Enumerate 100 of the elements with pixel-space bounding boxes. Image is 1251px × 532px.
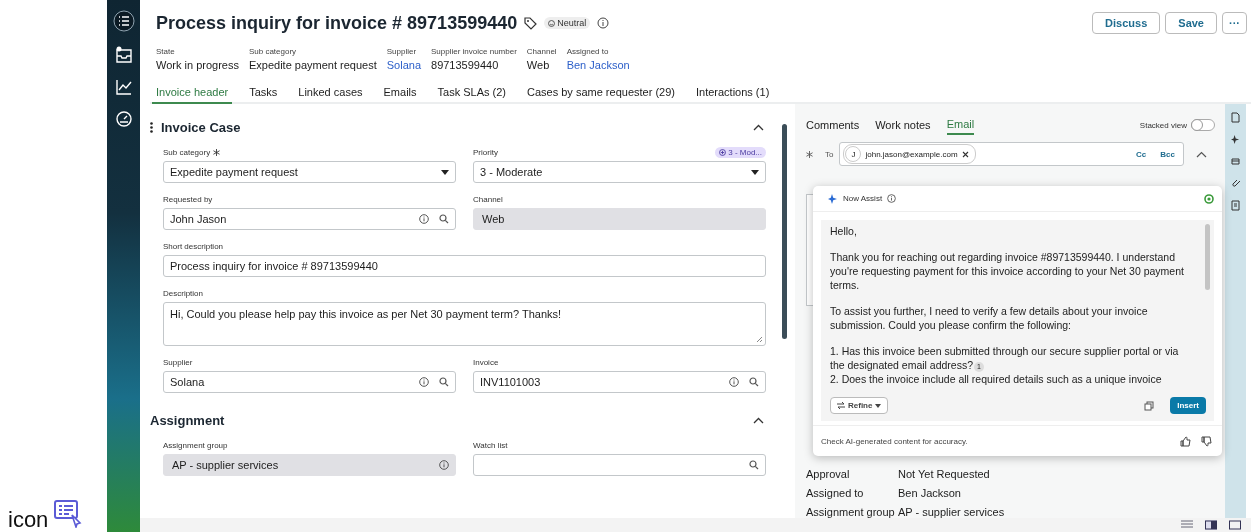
split-view-icon[interactable] [1205,520,1217,530]
chevron-icon[interactable] [1196,150,1207,158]
info-icon[interactable] [729,377,739,387]
field-label: Watch list [473,441,508,450]
detail-label: Assigned to [806,486,865,501]
summary-label: State [156,46,176,58]
input-field[interactable]: INV1101003 [473,371,766,393]
scrollbar[interactable] [1205,224,1210,290]
field-label: Sub category [163,148,211,157]
note-icon[interactable] [1231,200,1240,211]
caret-icon [751,169,759,175]
tab[interactable]: Tasks [249,82,278,104]
thumbs-down-icon[interactable] [1201,435,1212,447]
recipient-chip[interactable]: J john.jason@example.com [843,144,976,164]
copy-icon[interactable] [1144,400,1155,411]
info-icon[interactable] [419,214,429,224]
scrollbar[interactable] [782,124,787,339]
status-icon[interactable] [1204,193,1214,204]
summary-value: Web [526,58,551,72]
section-title: Invoice Case [161,119,241,135]
field-label: Requested by [163,195,213,204]
field-label: Channel [473,195,503,204]
required-icon [806,150,813,158]
tab[interactable]: Invoice header [152,82,233,104]
summary-label: Supplier [386,46,418,58]
thumbs-up-icon[interactable] [1180,435,1191,447]
input-field[interactable]: Web [473,208,766,230]
activity-tab[interactable]: Work notes [875,116,931,134]
stacked-view-toggle[interactable] [1191,119,1215,131]
detail-label: Approval [806,467,851,482]
info-icon[interactable] [597,17,610,29]
inbox-icon[interactable] [114,46,133,64]
summary-label: Supplier invoice number [431,46,517,58]
bcc-link[interactable]: Bcc [1160,149,1175,159]
search-icon[interactable] [439,214,449,224]
case-title: Process inquiry for invoice # 89713599440 [156,12,518,34]
resize-handle-icon[interactable] [756,336,763,343]
search-icon[interactable] [439,377,449,387]
input-field[interactable]: John Jason [163,208,456,230]
priority-badge: 3 - Mod... [715,147,766,158]
field-label: Description [163,289,203,298]
chevron-icon[interactable] [753,123,764,131]
input-field[interactable]: Process inquiry for invoice # 89713599440 [163,255,766,277]
chart-icon[interactable] [114,78,133,96]
field-label: Short description [163,242,224,251]
input-field[interactable]: Solana [163,371,456,393]
chevron-icon[interactable] [753,416,764,424]
document-icon[interactable] [1231,112,1240,123]
paperclip-icon[interactable] [1231,177,1240,188]
info-icon[interactable] [887,194,897,203]
search-icon[interactable] [749,377,759,387]
summary-link[interactable]: Solana [386,58,421,72]
info-icon[interactable] [439,460,449,470]
tab[interactable]: Emails [383,82,417,104]
tab[interactable]: Task SLAs (2) [437,82,506,104]
dropdown-field[interactable]: 3 - Moderate [473,161,766,183]
tab[interactable]: Cases by same requester (29) [527,82,675,104]
search-icon[interactable] [749,460,759,470]
close-icon[interactable] [961,150,969,158]
sparkle-icon [828,193,838,204]
field-label: Assignment group [163,441,228,450]
sentiment-badge: Neutral [544,17,591,29]
activity-tab[interactable]: Comments [806,116,860,134]
gauge-icon[interactable] [114,110,133,128]
cc-link[interactable]: Cc [1136,149,1147,159]
sparkle-icon[interactable] [1231,135,1240,144]
refine-button[interactable]: Refine [830,397,889,414]
field-label: Priority [473,148,498,157]
to-label: To [825,149,834,159]
assist-title: Now Assist [843,194,883,203]
recipient-field[interactable]: J john.jason@example.com Cc Bcc [839,142,1184,166]
caret-icon [875,403,882,408]
single-view-icon[interactable] [1229,520,1241,530]
description-field[interactable]: Hi, Could you please help pay this invoice as per Net 30 payment term? Thanks! [163,302,766,346]
disclaimer-text: Check AI-generated content for accuracy. [821,436,968,446]
toggle-label: Stacked view [1139,120,1187,130]
insert-button[interactable]: Insert [1170,397,1206,414]
activity-tab[interactable]: Email [946,115,975,135]
caret-icon [441,169,449,175]
detail-value: Ben Jackson [898,486,961,501]
summary-label: Assigned to [566,46,610,58]
drag-handle-icon[interactable] [150,121,153,133]
tab[interactable]: Interactions (1) [695,82,770,104]
input-field[interactable]: AP - supplier services [163,454,456,476]
field-label: Supplier [163,358,193,367]
required-icon [213,149,221,156]
header-button[interactable]: Save [1165,12,1217,34]
detail-value: AP - supplier services [898,505,1005,520]
input-field[interactable] [473,454,766,476]
menu-icon[interactable] [112,10,135,32]
tag-icon[interactable] [524,16,538,30]
header-button[interactable]: Discuss [1092,12,1161,34]
summary-link[interactable]: Ben Jackson [566,58,630,72]
tray-icon[interactable] [1231,156,1240,165]
swap-icon [837,402,845,409]
header-button[interactable]: ··· [1222,12,1247,34]
summary-label: Sub category [248,46,298,58]
dropdown-field[interactable]: Expedite payment request [163,161,456,183]
info-icon[interactable] [419,377,429,387]
tab[interactable]: Linked cases [298,82,363,104]
